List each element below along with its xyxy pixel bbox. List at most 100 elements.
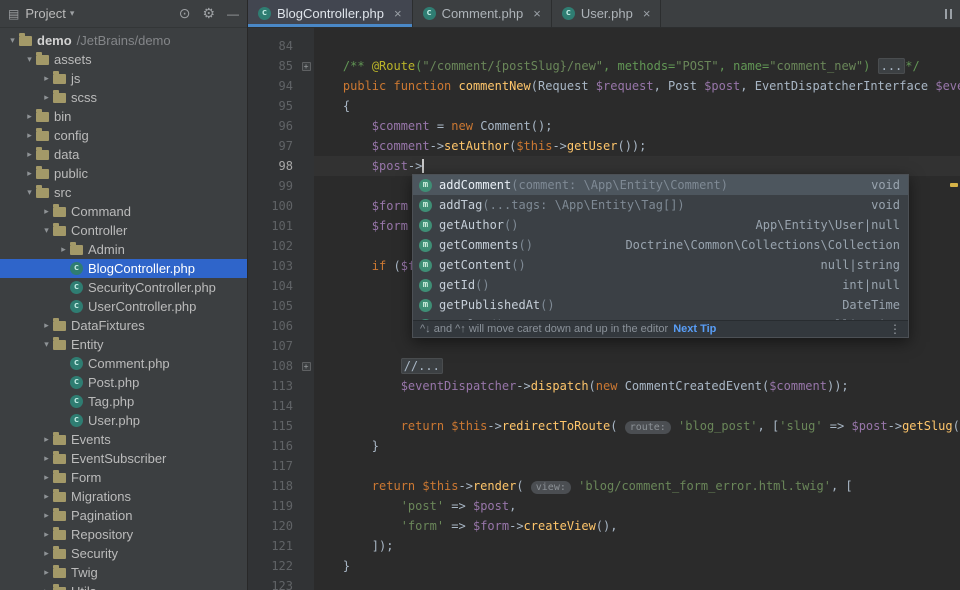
tree-item-assets[interactable]: ▾ assets	[0, 50, 247, 69]
completion-item-getId[interactable]: m getId() int|null	[413, 275, 908, 295]
tree-item-Tag.php[interactable]: c Tag.php	[0, 392, 247, 411]
folder-icon	[36, 128, 49, 141]
chevron-right-icon[interactable]: ▸	[40, 92, 53, 103]
tree-item-DataFixtures[interactable]: ▸ DataFixtures	[0, 316, 247, 335]
tree-item-BlogController.php[interactable]: c BlogController.php	[0, 259, 247, 278]
chevron-right-icon[interactable]: ▸	[40, 206, 53, 217]
completion-name: getPublishedAt	[439, 298, 541, 312]
tree-item-Admin[interactable]: ▸ Admin	[0, 240, 247, 259]
gear-icon[interactable]: ⚙	[202, 5, 215, 22]
completion-item-addComment[interactable]: m addComment (comment: \App\Entity\Comment…	[413, 175, 908, 195]
folder-icon	[53, 470, 66, 483]
chevron-right-icon[interactable]: ▸	[57, 244, 70, 255]
next-tip-link[interactable]: Next Tip	[673, 323, 716, 335]
chevron-right-icon[interactable]: ▸	[23, 149, 36, 160]
tree-item-Migrations[interactable]: ▸ Migrations	[0, 487, 247, 506]
chevron-down-icon[interactable]: ▾	[23, 54, 36, 65]
tree-item-Utils[interactable]: ▸ Utils	[0, 582, 247, 590]
chevron-right-icon[interactable]: ▸	[40, 529, 53, 540]
chevron-down-icon[interactable]: ▾	[40, 225, 53, 236]
chevron-right-icon[interactable]: ▸	[23, 111, 36, 122]
completion-return-type: App\Entity\User|null	[755, 218, 901, 232]
chevron-right-icon[interactable]: ▸	[40, 453, 53, 464]
completion-item-getAuthor[interactable]: m getAuthor() App\Entity\User|null	[413, 215, 908, 235]
tree-item-public[interactable]: ▸ public	[0, 164, 247, 183]
tree-item-EventSubscriber[interactable]: ▸ EventSubscriber	[0, 449, 247, 468]
close-icon[interactable]: ×	[394, 7, 402, 20]
chevron-right-icon[interactable]: ▸	[23, 130, 36, 141]
tree-item-js[interactable]: ▸ js	[0, 69, 247, 88]
completion-item-getPublishedAt[interactable]: m getPublishedAt() DateTime	[413, 295, 908, 315]
locate-file-icon[interactable]: ⊙	[179, 5, 191, 22]
project-panel-title[interactable]: Project	[25, 6, 65, 21]
tree-item-SecurityController.php[interactable]: c SecurityController.php	[0, 278, 247, 297]
chevron-down-icon[interactable]: ▾	[6, 35, 19, 46]
gutter-row: 84	[248, 36, 314, 56]
tree-item-data[interactable]: ▸ data	[0, 145, 247, 164]
tree-item-Comment.php[interactable]: c Comment.php	[0, 354, 247, 373]
tree-item-UserController.php[interactable]: c UserController.php	[0, 297, 247, 316]
gutter-row: 95	[248, 96, 314, 116]
gutter-row: 115	[248, 416, 314, 436]
close-icon[interactable]: ×	[533, 7, 541, 20]
gutter-row: 102	[248, 236, 314, 256]
tree-item-Pagination[interactable]: ▸ Pagination	[0, 506, 247, 525]
tree-item-Command[interactable]: ▸ Command	[0, 202, 247, 221]
tab-Comment.php[interactable]: c Comment.php ×	[413, 0, 552, 27]
line-number: 97	[278, 139, 293, 153]
tree-item-Form[interactable]: ▸ Form	[0, 468, 247, 487]
tree-item-scss[interactable]: ▸ scss	[0, 88, 247, 107]
chevron-right-icon[interactable]: ▸	[40, 491, 53, 502]
chevron-down-icon[interactable]: ▾	[40, 339, 53, 350]
fold-marker-icon[interactable]: +	[301, 361, 311, 371]
gutter-row: 101	[248, 216, 314, 236]
chevron-down-icon[interactable]: ▾	[70, 8, 75, 19]
tree-item-label: Events	[71, 432, 111, 447]
php-file-icon: c	[70, 281, 83, 294]
chevron-right-icon[interactable]: ▸	[23, 168, 36, 179]
tree-item-Security[interactable]: ▸ Security	[0, 544, 247, 563]
chevron-right-icon[interactable]: ▸	[40, 320, 53, 331]
error-stripe[interactable]	[948, 28, 960, 590]
completion-item-getContent[interactable]: m getContent() null|string	[413, 255, 908, 275]
chevron-right-icon[interactable]: ▸	[40, 73, 53, 84]
chevron-right-icon[interactable]: ▸	[40, 548, 53, 559]
folder-icon	[19, 33, 32, 46]
tree-item-Post.php[interactable]: c Post.php	[0, 373, 247, 392]
text-cursor	[422, 159, 425, 173]
tree-item-Controller[interactable]: ▾ Controller	[0, 221, 247, 240]
project-tree[interactable]: ▾ demo /JetBrains/demo ▾ assets ▸ js ▸ scss ▸ bin…	[0, 28, 247, 590]
tree-item-config[interactable]: ▸ config	[0, 126, 247, 145]
chevron-right-icon[interactable]: ▸	[40, 434, 53, 445]
tree-item-bin[interactable]: ▸ bin	[0, 107, 247, 126]
tab-BlogController.php[interactable]: c BlogController.php ×	[248, 0, 413, 27]
tree-item-demo[interactable]: ▾ demo /JetBrains/demo	[0, 31, 247, 50]
hide-panel-icon[interactable]: —	[227, 7, 239, 21]
chevron-right-icon[interactable]: ▸	[40, 586, 53, 590]
tree-item-Events[interactable]: ▸ Events	[0, 430, 247, 449]
close-icon[interactable]: ×	[643, 7, 651, 20]
more-icon[interactable]: ⋮	[889, 322, 901, 336]
tree-item-User.php[interactable]: c User.php	[0, 411, 247, 430]
tree-item-src[interactable]: ▾ src	[0, 183, 247, 202]
tree-item-label: Entity	[71, 337, 104, 352]
completion-list[interactable]: m addComment (comment: \App\Entity\Comment…	[413, 175, 908, 320]
folder-icon	[53, 565, 66, 578]
tab-User.php[interactable]: c User.php ×	[552, 0, 662, 27]
method-icon: m	[419, 218, 432, 232]
tree-item-Repository[interactable]: ▸ Repository	[0, 525, 247, 544]
tree-item-Twig[interactable]: ▸ Twig	[0, 563, 247, 582]
warning-stripe-mark[interactable]	[950, 183, 958, 187]
chevron-right-icon[interactable]: ▸	[40, 472, 53, 483]
chevron-down-icon[interactable]: ▾	[23, 187, 36, 198]
tree-item-Entity[interactable]: ▾ Entity	[0, 335, 247, 354]
completion-item-getComments[interactable]: m getComments() Doctrine\Common\Collection…	[413, 235, 908, 255]
folder-icon	[53, 527, 66, 540]
editor-bars-icon[interactable]	[942, 0, 960, 27]
code-line: {	[314, 99, 351, 113]
fold-marker-icon[interactable]: +	[301, 61, 311, 71]
completion-item-addTag[interactable]: m addTag (...tags: \App\Entity\Tag[]) void	[413, 195, 908, 215]
chevron-right-icon[interactable]: ▸	[40, 567, 53, 578]
gutter-row: 120	[248, 516, 314, 536]
chevron-right-icon[interactable]: ▸	[40, 510, 53, 521]
